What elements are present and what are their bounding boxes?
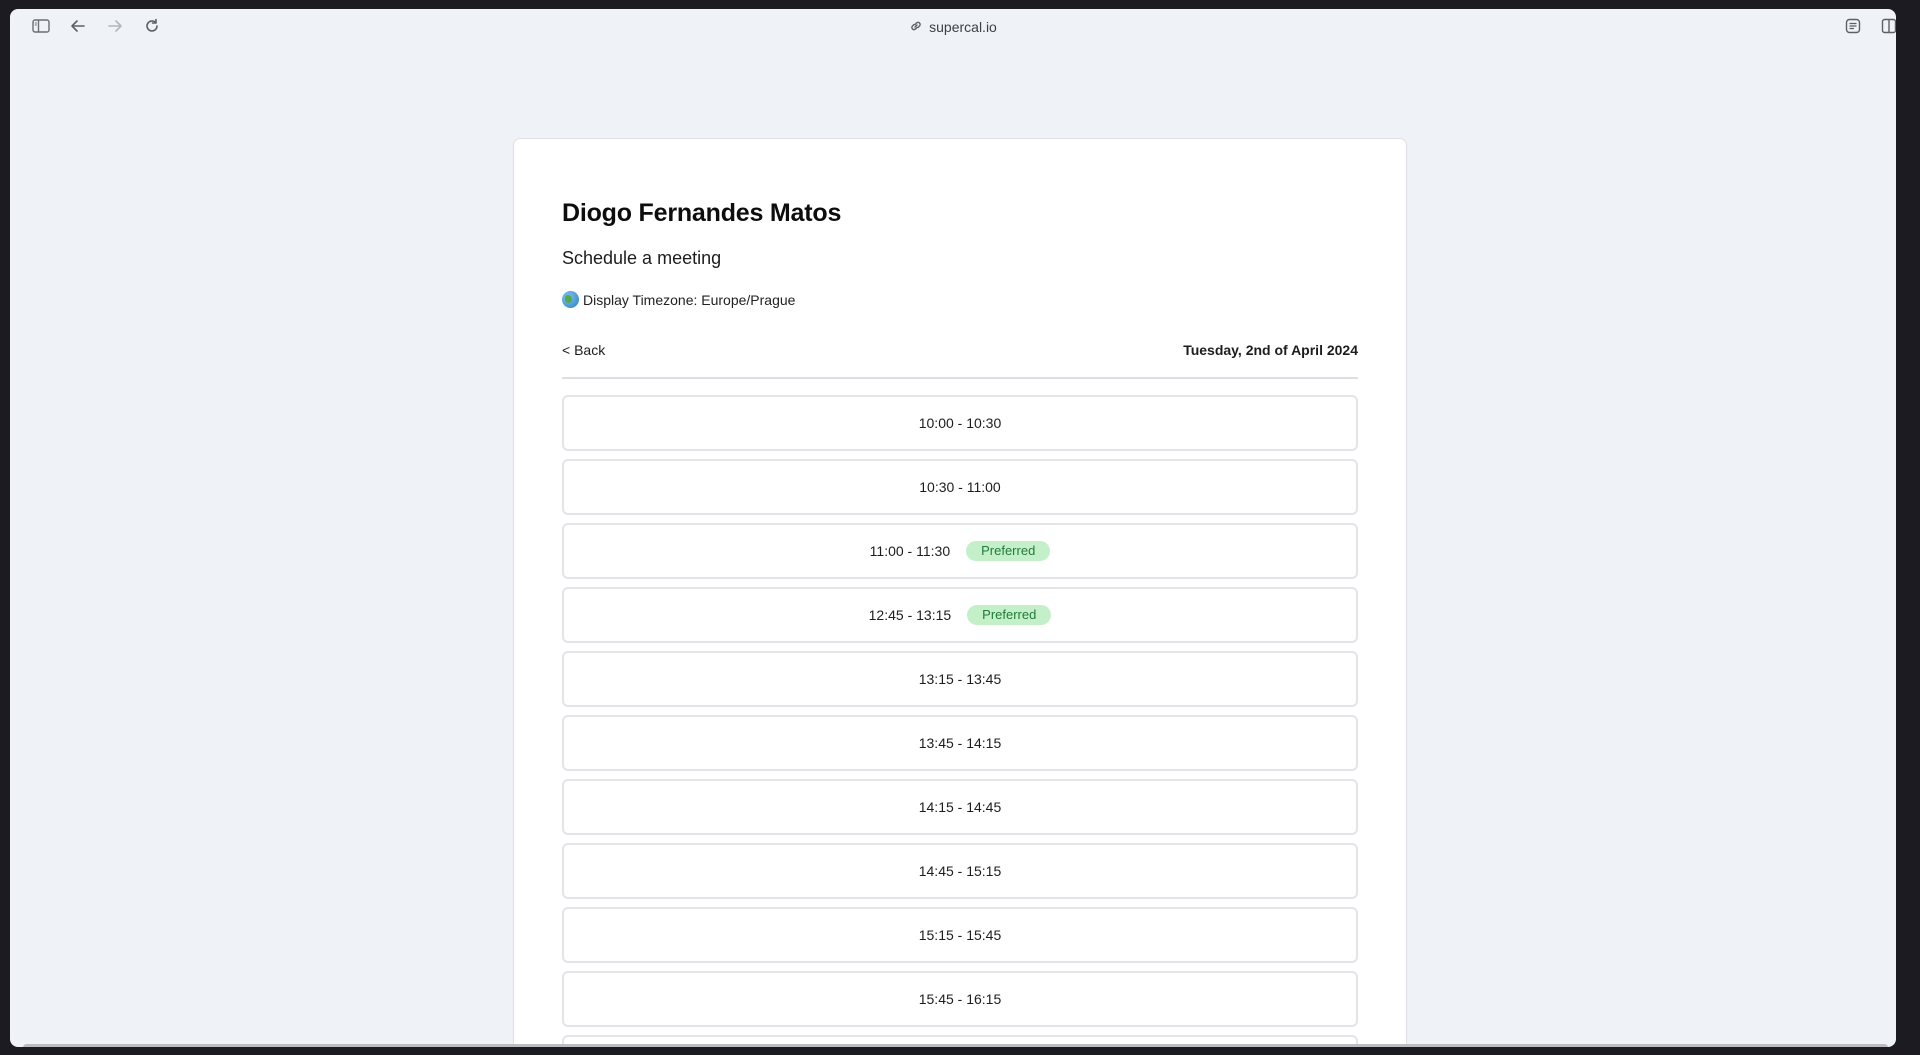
slot-time: 10:00 - 10:30	[918, 415, 1002, 431]
time-slot[interactable]: 11:00 - 11:30 Preferred	[562, 523, 1358, 579]
timezone-label: Display Timezone: Europe/Prague	[583, 291, 796, 308]
page-subtitle: Schedule a meeting	[562, 248, 722, 268]
time-slot[interactable]: 10:00 - 10:30	[562, 395, 1358, 451]
divider	[562, 377, 1358, 379]
back-link[interactable]: < Back	[562, 342, 605, 358]
timezone-display: Display Timezone: Europe/Prague	[562, 291, 795, 308]
time-slot[interactable]: 13:15 - 13:45	[562, 651, 1358, 707]
time-slot[interactable]: 14:15 - 14:45	[562, 779, 1358, 835]
time-slot[interactable]: 14:45 - 15:15	[562, 843, 1358, 899]
address-bar[interactable]: supercal.io	[10, 17, 1896, 37]
slot-time: 15:15 - 15:45	[918, 927, 1002, 943]
slot-time: 12:45 - 13:15	[868, 607, 952, 623]
slot-time: 13:15 - 13:45	[918, 671, 1002, 687]
browser-window: supercal.io Diogo Fernandes Matos Schedu…	[10, 9, 1896, 1047]
booking-card: Diogo Fernandes Matos Schedule a meeting…	[513, 138, 1407, 1047]
slot-time: 10:30 - 11:00	[919, 479, 1001, 495]
browser-toolbar: supercal.io	[10, 9, 1896, 43]
time-slot[interactable]: 15:45 - 16:15	[562, 971, 1358, 1027]
time-slot-list: 10:00 - 10:30 10:30 - 11:00 11:00 - 11:3…	[562, 395, 1358, 1047]
slot-time: 14:45 - 15:15	[918, 863, 1002, 879]
time-slot[interactable]: 13:45 - 14:15	[562, 715, 1358, 771]
time-slot[interactable]: 10:30 - 11:00	[562, 459, 1358, 515]
slot-time: 15:45 - 16:15	[918, 991, 1002, 1007]
slot-time: 11:00 - 11:30	[869, 543, 951, 559]
horizontal-scrollbar[interactable]	[23, 1044, 1888, 1047]
reader-mode-icon[interactable]	[1842, 16, 1864, 36]
link-icon	[909, 19, 923, 36]
globe-icon	[562, 291, 579, 308]
slot-time: 14:15 - 14:45	[918, 799, 1002, 815]
host-name: Diogo Fernandes Matos	[562, 199, 842, 227]
time-slot[interactable]: 15:15 - 15:45	[562, 907, 1358, 963]
selected-date: Tuesday, 2nd of April 2024	[1183, 342, 1358, 358]
slot-time: 13:45 - 14:15	[918, 735, 1002, 751]
preferred-badge: Preferred	[967, 605, 1052, 625]
preferred-badge: Preferred	[966, 541, 1051, 561]
url-text: supercal.io	[929, 19, 997, 35]
time-slot[interactable]: 12:45 - 13:15 Preferred	[562, 587, 1358, 643]
split-view-icon[interactable]	[1878, 16, 1896, 36]
